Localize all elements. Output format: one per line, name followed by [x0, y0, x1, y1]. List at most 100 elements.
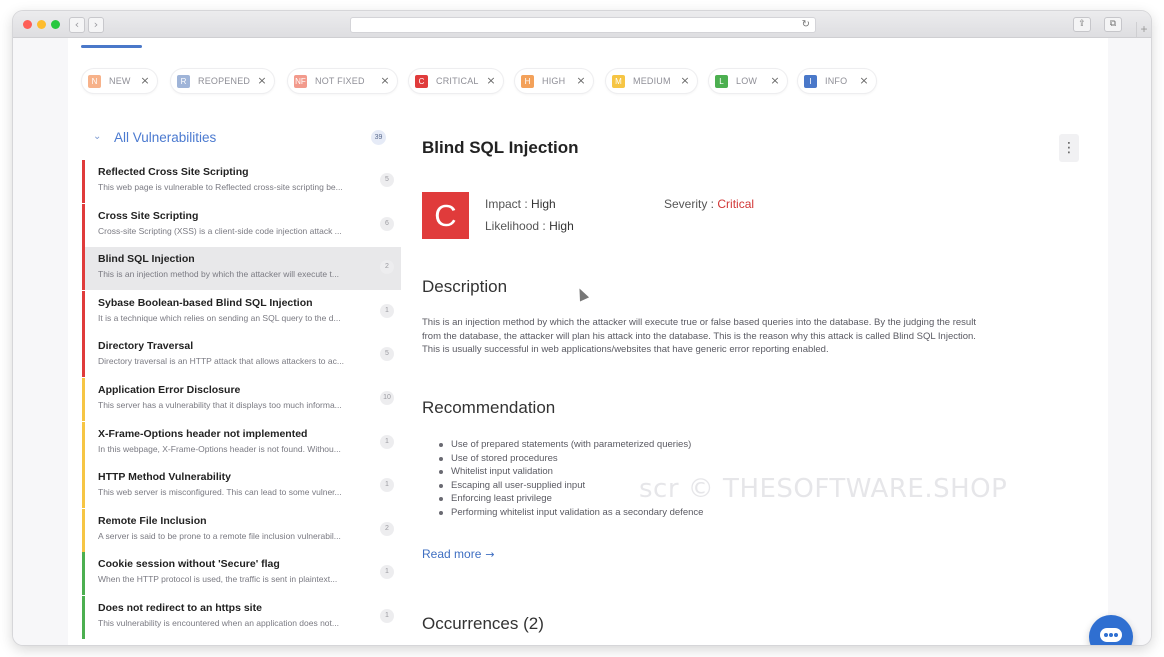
vulnerability-summary: This web server is misconfigured. This c…	[98, 487, 342, 498]
close-icon[interactable]: ×	[379, 75, 391, 87]
vulnerability-list-item[interactable]: Cookie session without 'Secure' flag When…	[82, 552, 401, 596]
filter-chip-critical[interactable]: C CRITICAL ×	[408, 68, 504, 94]
vulnerability-summary: In this webpage, X-Frame-Options header …	[98, 443, 341, 454]
vulnerability-title: Remote File Inclusion	[98, 514, 207, 527]
filter-chip-label: REOPENED	[198, 76, 251, 86]
vulnerability-list-item[interactable]: Remote File Inclusion A server is said to…	[82, 508, 401, 552]
vulnerability-summary: This is an injection method by which the…	[98, 269, 339, 280]
close-icon[interactable]: ×	[139, 75, 151, 87]
read-more-link[interactable]: Read more →	[422, 547, 495, 561]
minimize-window-button[interactable]	[37, 20, 46, 29]
occurrence-count-badge: 1	[380, 303, 394, 318]
vulnerability-summary: This vulnerability is encountered when a…	[98, 618, 339, 628]
occurrence-count-badge: 2	[380, 521, 394, 536]
filter-chip-label: HIGH	[542, 76, 566, 86]
description-text: This is an injection method by which the…	[422, 317, 976, 355]
vulnerability-title: HTTP Method Vulnerability	[98, 471, 232, 484]
vulnerability-list-item[interactable]: Blind SQL Injection This is an injection …	[82, 247, 401, 291]
close-icon[interactable]: ×	[485, 75, 497, 87]
likelihood-label: Likelihood :	[485, 219, 546, 233]
high-badge-icon: H	[521, 74, 534, 88]
filter-chip-reopened[interactable]: R REOPENED ×	[170, 68, 275, 94]
chevron-down-icon[interactable]: ⌄	[93, 132, 103, 142]
chat-button[interactable]	[1089, 615, 1133, 645]
filter-chip-low[interactable]: L LOW ×	[708, 68, 788, 94]
vulnerability-list-item[interactable]: Directory Traversal Directory traversal i…	[82, 334, 401, 378]
filter-chip-info[interactable]: I INFO ×	[797, 68, 877, 94]
vulnerability-list-item[interactable]: X-Frame-Options header not implemented In…	[82, 421, 401, 465]
recommendation-item: Use of stored procedures	[439, 452, 939, 466]
close-icon[interactable]: ×	[858, 75, 870, 87]
vulnerability-summary: It is a technique which relies on sendin…	[98, 312, 341, 323]
low-badge-icon: L	[715, 74, 728, 88]
vulnerability-summary: This web page is vulnerable to Reflected…	[98, 182, 343, 192]
vulnerability-title: Application Error Disclosure	[98, 384, 241, 396]
vulnerability-list-item[interactable]: Reflected Cross Site Scripting This web p…	[82, 160, 401, 203]
filter-chip-high[interactable]: H HIGH ×	[514, 68, 594, 94]
all-vulnerabilities-header[interactable]: ⌄ All Vulnerabilities 39	[82, 118, 401, 156]
vulnerability-title: Sybase Boolean-based Blind SQL Injection	[98, 296, 313, 309]
vulnerability-title: Cross Site Scripting	[98, 209, 199, 222]
filter-chip-label: NEW	[109, 76, 131, 86]
arrow-right-icon: →	[485, 548, 495, 561]
occurrence-count-badge: 1	[380, 434, 394, 449]
new-tab-icon[interactable]: +	[1136, 22, 1151, 37]
share-icon[interactable]: ⇪	[1073, 17, 1091, 32]
occurrence-count-badge: 1	[380, 478, 394, 493]
filter-chip-not-fixed[interactable]: NF NOT FIXED ×	[287, 68, 398, 94]
medium-badge-icon: M	[612, 74, 625, 88]
more-options-icon[interactable]: ⋮	[1059, 134, 1079, 162]
vulnerability-list-item[interactable]: Does not redirect to an https site This v…	[82, 596, 401, 639]
severity-critical-badge: C	[422, 192, 469, 239]
likelihood-field: Likelihood : High	[485, 219, 574, 233]
read-more-label: Read more	[422, 547, 482, 561]
browser-titlebar: ‹ › ↻ ⇪ ⧉ +	[13, 11, 1151, 38]
impact-field: Impact : High	[485, 197, 556, 211]
vulnerability-title: Cookie session without 'Secure' flag	[98, 558, 280, 571]
close-icon[interactable]: ×	[575, 75, 587, 87]
impact-label: Impact :	[485, 197, 528, 211]
severity-field: Severity : Critical	[664, 197, 754, 211]
forward-icon[interactable]: ›	[88, 17, 104, 33]
vulnerability-list-item[interactable]: Application Error Disclosure This server …	[82, 378, 401, 421]
recommendation-item: Use of prepared statements (with paramet…	[439, 438, 939, 452]
vulnerability-summary: Cross-site Scripting (XSS) is a client-s…	[98, 225, 342, 236]
filter-chip-label: INFO	[825, 76, 848, 86]
tabs-overview-icon[interactable]: ⧉	[1104, 17, 1122, 32]
address-bar[interactable]: ↻	[350, 17, 816, 33]
new-badge-icon: N	[88, 74, 101, 88]
close-icon[interactable]: ×	[256, 75, 268, 87]
back-icon[interactable]: ‹	[69, 17, 85, 33]
vulnerability-list-item[interactable]: HTTP Method Vulnerability This web server…	[82, 465, 401, 509]
occurrence-count-badge: 1	[380, 609, 394, 623]
occurrence-count-badge: 5	[380, 173, 394, 187]
critical-badge-icon: C	[415, 74, 428, 88]
impact-value: High	[531, 197, 556, 211]
occurrence-count-badge: 5	[380, 347, 394, 362]
vulnerability-summary: Directory traversal is an HTTP attack th…	[98, 356, 344, 367]
vulnerability-list-item[interactable]: Cross Site Scripting Cross-site Scripting…	[82, 203, 401, 247]
zoom-window-button[interactable]	[51, 20, 60, 29]
filter-chip-new[interactable]: N NEW ×	[81, 68, 158, 94]
occurrence-count-badge: 6	[380, 216, 394, 231]
close-window-button[interactable]	[23, 20, 32, 29]
not-fixed-badge-icon: NF	[294, 74, 307, 88]
severity-value: Critical	[717, 197, 755, 211]
filter-chip-label: NOT FIXED	[315, 76, 365, 86]
vulnerability-detail-panel: Blind SQL Injection ⋮ C Impact : High Li…	[422, 118, 1092, 645]
vulnerability-title: Does not redirect to an https site	[98, 602, 262, 614]
vulnerability-summary: A server is said to be prone to a remote…	[98, 530, 341, 541]
occurrences-heading: Occurrences (2)	[422, 614, 544, 633]
vulnerability-title: Directory Traversal	[98, 340, 194, 353]
recommendation-item: Performing whitelist input validation as…	[439, 506, 939, 520]
filter-chip-medium[interactable]: M MEDIUM ×	[605, 68, 698, 94]
close-icon[interactable]: ×	[679, 75, 691, 87]
close-icon[interactable]: ×	[769, 75, 781, 87]
severity-label: Severity :	[664, 197, 715, 211]
recommendation-heading: Recommendation	[422, 398, 556, 417]
occurrence-count-badge: 1	[380, 565, 394, 580]
vulnerability-count-badge: 39	[371, 130, 386, 145]
vulnerability-title: X-Frame-Options header not implemented	[98, 427, 308, 440]
vulnerability-list-item[interactable]: Sybase Boolean-based Blind SQL Injection…	[82, 290, 401, 334]
reload-icon[interactable]: ↻	[802, 18, 810, 32]
